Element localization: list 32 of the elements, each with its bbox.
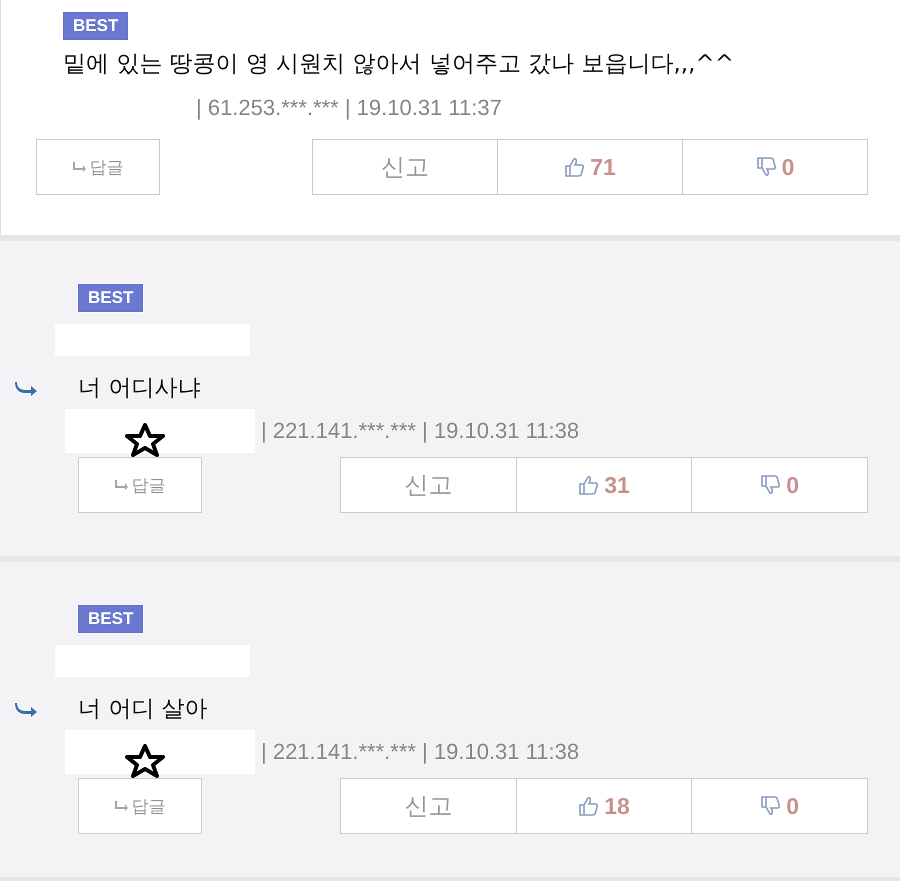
comment-text: 너 어디 살아 <box>78 695 208 724</box>
reply-button[interactable]: 답글 <box>78 778 202 834</box>
comment-meta: | 221.141.***.*** | 19.10.31 11:38 <box>261 418 580 444</box>
thumbs-down-icon <box>756 156 778 178</box>
reply-arrow-icon <box>14 380 38 398</box>
comment-text: 너 어디사냐 <box>78 374 200 403</box>
like-button[interactable]: 18 <box>516 778 692 834</box>
best-badge: BEST <box>78 284 144 312</box>
thumbs-down-icon <box>760 474 782 496</box>
best-badge: BEST <box>63 12 128 40</box>
reply-arrow-icon <box>72 162 86 172</box>
comment-meta: | 61.253.***.*** | 19.10.31 11:37 <box>196 95 502 121</box>
report-button[interactable]: 신고 <box>340 457 517 513</box>
thumbs-up-icon <box>564 156 586 178</box>
reply-button[interactable]: 답글 <box>78 457 202 513</box>
reply-button[interactable]: 답글 <box>36 139 160 195</box>
report-button[interactable]: 신고 <box>340 778 517 834</box>
thumbs-down-icon <box>760 795 782 817</box>
comment-meta: | 221.141.***.*** | 19.10.31 11:38 <box>261 739 580 765</box>
dislike-button[interactable]: 0 <box>683 139 868 195</box>
like-button[interactable]: 71 <box>498 139 683 195</box>
thumbs-up-icon <box>578 474 600 496</box>
dislike-button[interactable]: 0 <box>692 778 868 834</box>
reply-arrow-icon <box>114 480 128 490</box>
best-badge: BEST <box>78 605 144 633</box>
like-button[interactable]: 31 <box>516 457 692 513</box>
thumbs-up-icon <box>578 795 600 817</box>
reply-arrow-icon <box>114 801 128 811</box>
comment-text: 밑에 있는 땅콩이 영 시원치 않아서 넣어주고 갔나 보읍니다,,,^^ <box>63 50 734 79</box>
dislike-button[interactable]: 0 <box>692 457 868 513</box>
reply-arrow-icon <box>14 701 38 719</box>
report-button[interactable]: 신고 <box>312 139 498 195</box>
